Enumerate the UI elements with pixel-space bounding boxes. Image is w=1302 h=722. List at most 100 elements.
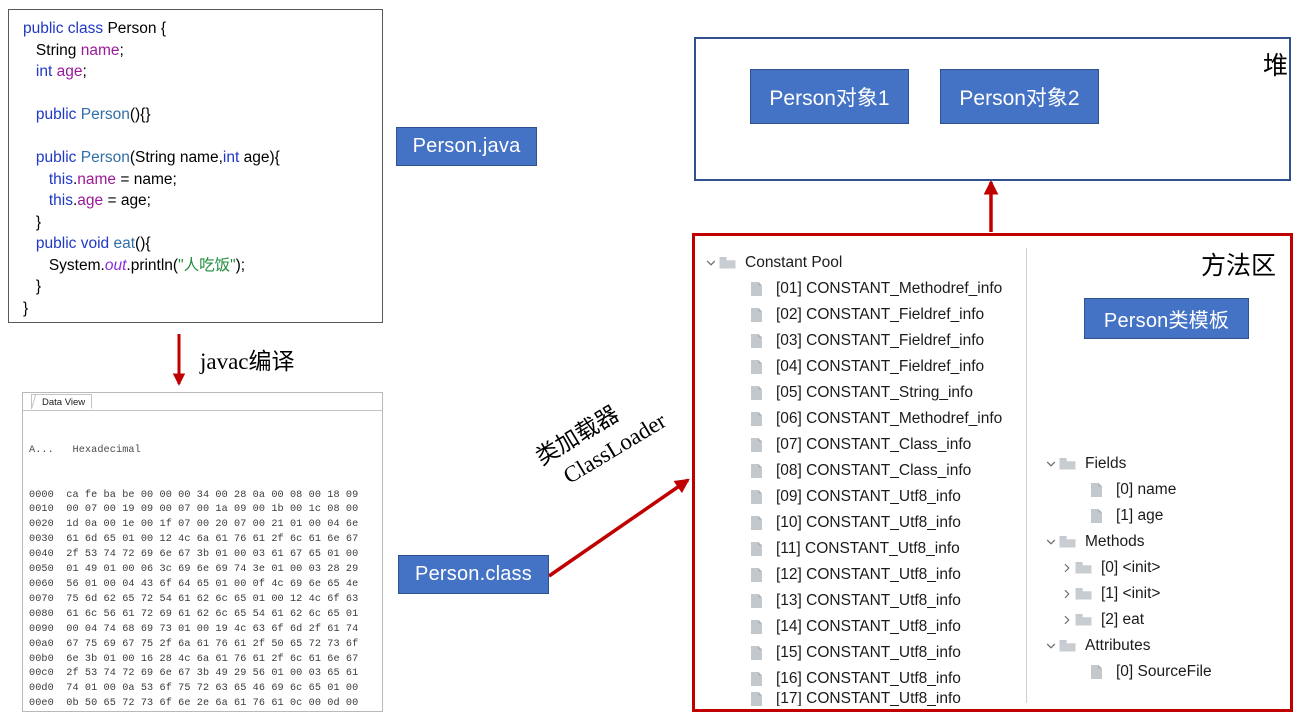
chevron-down-icon[interactable] [1043, 537, 1059, 547]
code-token: this [48, 192, 73, 209]
tree-node-field[interactable]: [1] age [1043, 503, 1288, 529]
tree-node-cp-entry[interactable]: [07] CONSTANT_Class_info [703, 432, 1023, 458]
tab-data-view[interactable]: Data View [31, 394, 93, 409]
hex-row: 00e0 0b 50 65 72 73 6f 6e 2e 6a 61 76 61… [29, 697, 382, 711]
hex-bytes: 6e 3b 01 00 16 28 4c 6a 61 76 61 2f 6c 6… [66, 653, 359, 665]
chevron-down-icon[interactable] [703, 258, 719, 268]
code-token: String [23, 41, 81, 59]
hex-offset: 0080 [29, 608, 67, 620]
tree-node-label: [15] CONSTANT_Utf8_info [776, 644, 961, 661]
tree-node-cp-entry[interactable]: [13] CONSTANT_Utf8_info [703, 588, 1023, 614]
tree-node-cp-entry[interactable]: [08] CONSTANT_Class_info [703, 458, 1023, 484]
hex-offset: 0000 [29, 489, 67, 501]
tree-node-cp-entry[interactable]: [10] CONSTANT_Utf8_info [703, 510, 1023, 536]
method-area-title: 方法区 [1200, 253, 1276, 280]
tree-node-attributes[interactable]: Attributes [1043, 633, 1288, 659]
tree-node-label: [17] CONSTANT_Utf8_info [776, 692, 961, 706]
tree-node-cp-entry[interactable]: [04] CONSTANT_Fieldref_info [703, 354, 1023, 380]
hex-offset: 00b0 [29, 653, 67, 665]
code-line: public Person(String name,int age){ [23, 147, 382, 169]
code-line: public void eat(){ [23, 233, 382, 255]
code-token: out [104, 256, 127, 274]
tree-node-cp-entry[interactable]: [09] CONSTANT_Utf8_info [703, 484, 1023, 510]
file-icon [750, 645, 770, 661]
hex-row: 0040 2f 53 74 72 69 6e 67 3b 01 00 03 61… [29, 548, 382, 563]
tree-node-cp-entry[interactable]: [12] CONSTANT_Utf8_info [703, 562, 1023, 588]
file-icon [750, 489, 770, 505]
hex-bytes: 1d 0a 00 1e 00 1f 07 00 20 07 00 21 01 0… [66, 519, 359, 531]
code-token: age [56, 63, 83, 80]
tree-node-cp-entry[interactable]: [14] CONSTANT_Utf8_info [703, 614, 1023, 640]
hex-row: 0010 00 07 00 19 09 00 07 00 1a 09 00 1b… [29, 503, 382, 518]
code-token: name [77, 170, 117, 188]
code-token: (){} [129, 106, 151, 123]
hex-bytes: 2f 53 74 72 69 6e 67 3b 49 29 56 01 00 0… [66, 668, 359, 680]
chevron-right-icon[interactable] [1059, 563, 1075, 573]
hex-bytes: 00 07 00 19 09 00 07 00 1a 09 00 1b 00 1… [66, 504, 359, 516]
tree-node-label: [13] CONSTANT_Utf8_info [776, 592, 961, 609]
file-icon [750, 619, 770, 635]
tree-node-fields[interactable]: Fields [1043, 451, 1288, 477]
file-icon [750, 515, 770, 531]
tree-node-cp-entry[interactable]: [02] CONSTANT_Fieldref_info [703, 302, 1023, 328]
hex-offset: 0040 [29, 549, 67, 561]
tree-node-cp-entry[interactable]: [01] CONSTANT_Methodref_info [703, 276, 1023, 302]
chevron-right-icon[interactable] [1059, 589, 1075, 599]
method-area-divider [1026, 248, 1027, 703]
hex-row: 0000 ca fe ba be 00 00 00 34 00 28 0a 00… [29, 489, 382, 504]
hex-bytes: 56 01 00 04 43 6f 64 65 01 00 0f 4c 69 6… [66, 578, 359, 590]
hex-offset: 0070 [29, 593, 67, 605]
code-token: age [77, 192, 104, 209]
chevron-right-icon[interactable] [1059, 615, 1075, 625]
code-token: ; [82, 63, 87, 80]
code-token: this [48, 170, 73, 188]
tree-node-methods[interactable]: Methods [1043, 529, 1288, 555]
code-line: } [23, 276, 382, 298]
classloader-label: 类加载器 ClassLoader [527, 359, 708, 501]
tree-node-label: [03] CONSTANT_Fieldref_info [776, 332, 985, 349]
heap-object-2: Person对象2 [940, 69, 1099, 124]
tree-node-cp-entry[interactable]: [15] CONSTANT_Utf8_info [703, 640, 1023, 666]
file-icon [750, 593, 770, 609]
code-line: } [23, 298, 382, 320]
tree-node-cp-entry[interactable]: [03] CONSTANT_Fieldref_info [703, 328, 1023, 354]
chevron-down-icon[interactable] [1043, 641, 1059, 651]
hex-bytes: 61 6c 56 61 72 69 61 62 6c 65 54 61 62 6… [66, 608, 359, 620]
tree-node-label: [06] CONSTANT_Methodref_info [776, 410, 1003, 427]
tree-node-cp-entry[interactable]: [06] CONSTANT_Methodref_info [703, 406, 1023, 432]
class-file-hex-viewer[interactable]: Data View A... Hexadecimal 0000 ca fe ba… [22, 392, 383, 712]
tree-node-cp-entry[interactable]: [16] CONSTANT_Utf8_info [703, 666, 1023, 692]
code-token: = name; [116, 170, 177, 188]
file-icon [750, 281, 770, 297]
tree-node-cp-entry[interactable]: [11] CONSTANT_Utf8_info [703, 536, 1023, 562]
hex-bytes: 2f 53 74 72 69 6e 67 3b 01 00 03 61 67 6… [66, 549, 359, 561]
chevron-down-icon[interactable] [1043, 459, 1059, 469]
tree-node-label: Methods [1085, 533, 1145, 550]
tree-node-label: [07] CONSTANT_Class_info [776, 436, 972, 453]
tree-node-method[interactable]: [1] <init> [1043, 581, 1288, 607]
tree-node-method[interactable]: [2] eat [1043, 607, 1288, 633]
folder-icon [1059, 535, 1079, 549]
tree-node-attribute[interactable]: [0] SourceFile [1043, 659, 1288, 685]
hex-bytes: 00 04 74 68 69 73 01 00 19 4c 63 6f 6d 2… [66, 623, 359, 635]
java-source-code-box: public class Person { String name; int a… [8, 9, 383, 323]
hex-row: 0020 1d 0a 00 1e 00 1f 07 00 20 07 00 21… [29, 518, 382, 533]
hex-viewer-tabstrip: Data View [23, 393, 382, 411]
code-line: System.out.println("人吃饭"); [23, 255, 382, 277]
hex-row: 0070 75 6d 62 65 72 54 61 62 6c 65 01 00… [29, 593, 382, 608]
tree-node-method[interactable]: [0] <init> [1043, 555, 1288, 581]
tree-node-label: [02] CONSTANT_Fieldref_info [776, 306, 985, 323]
hex-bytes: 61 6d 65 01 00 12 4c 6a 61 76 61 2f 6c 6… [66, 534, 359, 546]
tree-node-cp-entry[interactable]: [05] CONSTANT_String_info [703, 380, 1023, 406]
code-token: age){ [239, 149, 280, 166]
tree-node-cp-entry[interactable]: [17] CONSTANT_Utf8_info [703, 692, 1023, 706]
code-token: ); [235, 256, 246, 274]
tree-node-field[interactable]: [0] name [1043, 477, 1288, 503]
tree-node-constant-pool[interactable]: Constant Pool [703, 250, 1023, 276]
constant-pool-tree[interactable]: Constant Pool [01] CONSTANT_Methodref_inf… [703, 250, 1023, 706]
code-token: (){ [135, 235, 151, 252]
hex-bytes: 74 01 00 0a 53 6f 75 72 63 65 46 69 6c 6… [66, 683, 359, 695]
class-structure-tree[interactable]: Fields [0] name [1] age Methods [0] <init> [1… [1043, 451, 1288, 685]
